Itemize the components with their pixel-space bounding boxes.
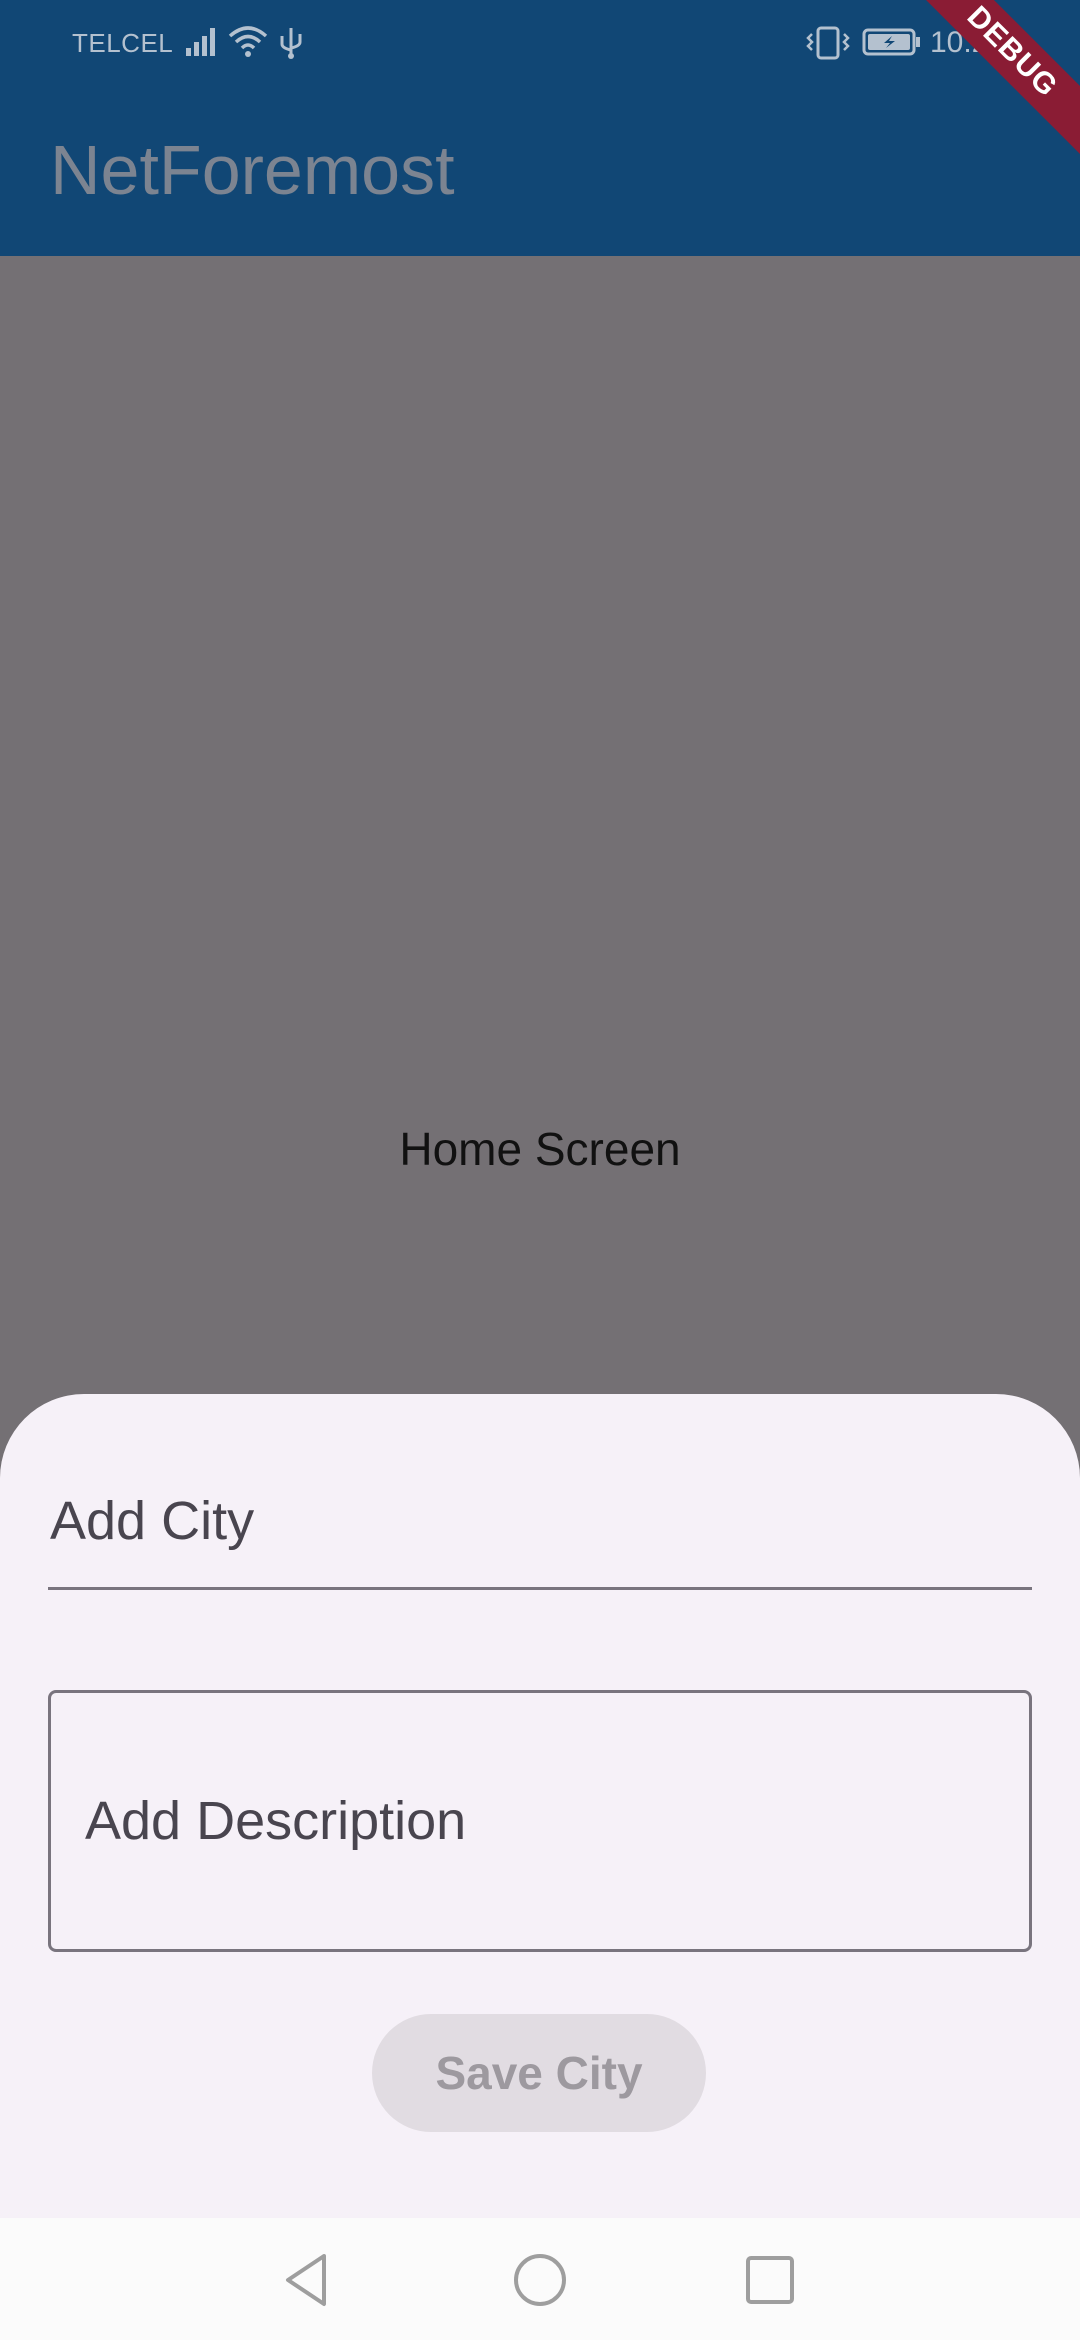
- app-bar: NetForemost: [0, 90, 1080, 256]
- back-icon[interactable]: [276, 2248, 340, 2312]
- screen: TELCEL 10:22 DEBUG NetForemost Home Scre…: [0, 0, 1080, 2340]
- home-body-scrim[interactable]: [0, 256, 1080, 1496]
- recent-apps-icon[interactable]: [738, 2248, 802, 2312]
- wifi-icon: [228, 26, 268, 57]
- home-icon[interactable]: [508, 2248, 572, 2312]
- battery-icon: [862, 28, 920, 56]
- carrier-label: TELCEL: [72, 28, 174, 58]
- save-city-button[interactable]: Save City: [372, 2014, 706, 2132]
- description-input[interactable]: [51, 1693, 1029, 1949]
- city-input[interactable]: [48, 1454, 1032, 1587]
- system-nav-bar: [0, 2218, 1080, 2340]
- usb-icon: [280, 28, 302, 59]
- home-screen-label: Home Screen: [399, 1123, 681, 1175]
- city-field: [48, 1454, 1032, 1590]
- add-city-bottom-sheet: Save City: [0, 1394, 1080, 2218]
- vibrate-icon: [806, 26, 850, 60]
- description-field: [48, 1690, 1032, 1952]
- status-bar: TELCEL 10:22: [0, 0, 1080, 90]
- signal-icon: [186, 28, 215, 56]
- app-title: NetForemost: [50, 131, 455, 209]
